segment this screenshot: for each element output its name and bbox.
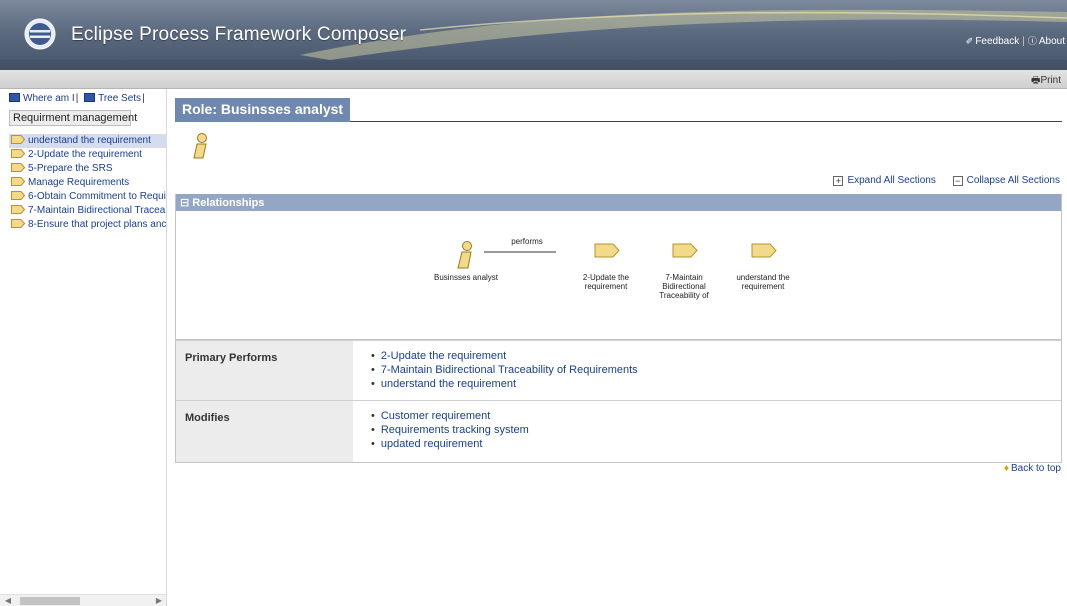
- tree-item-prepare-srs[interactable]: 5-Prepare the SRS: [9, 162, 166, 176]
- diagram-task-maintain-traceability[interactable]: [672, 243, 698, 258]
- tree-item-understand-requirement[interactable]: understand the requirement: [9, 134, 166, 148]
- role-header: Role: Businsses analyst: [175, 98, 1062, 122]
- task-icon: [11, 163, 25, 172]
- task-icon: [11, 205, 25, 214]
- tree-item-obtain-commitment[interactable]: 6-Obtain Commitment to Requi: [9, 190, 166, 204]
- lightbulb-icon: ♦: [1003, 463, 1009, 474]
- about-link[interactable]: About: [1039, 36, 1065, 47]
- tree-sets-icon: [84, 93, 96, 102]
- header-banner: Eclipse Process Framework Composer ✐ Feed…: [0, 0, 1067, 70]
- navigation-pane: Where am I| Tree Sets| Requirment manage…: [0, 89, 167, 606]
- about-icon: ⓘ: [1027, 36, 1037, 46]
- modifies-label: Modifies: [176, 401, 353, 462]
- content-area: Role: Businsses analyst + Expand All Sect…: [175, 89, 1062, 606]
- diagram-task-update-requirement[interactable]: [594, 243, 620, 258]
- diagram-task-label: 7-Maintain Bidirectional Traceability of: [659, 273, 709, 300]
- pane-tabs: Where am I| Tree Sets|: [9, 93, 148, 104]
- edge-label: performs: [511, 237, 543, 246]
- modifies-link[interactable]: updated requirement: [371, 437, 1043, 451]
- role-person-icon: [193, 133, 207, 159]
- task-icon: [11, 191, 25, 200]
- print-button[interactable]: 🖶Print: [1031, 73, 1061, 90]
- primary-performs-link[interactable]: 7-Maintain Bidirectional Traceability of…: [371, 363, 1043, 377]
- collapse-section-icon: ⊟: [180, 197, 190, 209]
- relationships-section: ⊟ Relationships performs Businsses analy…: [175, 194, 1062, 340]
- relationship-diagram: performs Businsses analyst 2-Update the …: [176, 211, 1061, 340]
- modifies-values: Customer requirement Requirements tracki…: [353, 401, 1061, 462]
- expand-icon: +: [833, 176, 844, 186]
- diagram-task-label: 2-Update the requirement: [582, 273, 630, 291]
- section-controls: + Expand All Sections − Collapse All Secti…: [819, 175, 1060, 186]
- back-to-top-link[interactable]: ♦ Back to top: [1004, 463, 1061, 474]
- feedback-link[interactable]: Feedback: [975, 36, 1019, 47]
- page-title: Role: Businsses analyst: [175, 98, 351, 122]
- tree-item-maintain-traceability[interactable]: 7-Maintain Bidirectional Tracea: [9, 204, 166, 218]
- scroll-left-icon[interactable]: ◀: [2, 595, 14, 606]
- relationships-table: Primary Performs 2-Update the requiremen…: [175, 340, 1062, 463]
- toolbar: 🖶Print: [0, 70, 1067, 89]
- tree-item-ensure-project-plans[interactable]: 8-Ensure that project plans anc: [9, 218, 166, 232]
- process-tree: understand the requirement 2-Update the …: [9, 134, 166, 232]
- diagram-task-understand-requirement[interactable]: [751, 243, 777, 258]
- collapse-all-sections-button[interactable]: − Collapse All Sections: [952, 175, 1060, 186]
- horizontal-scrollbar[interactable]: ◀ ▶: [0, 594, 166, 606]
- tree-item-manage-requirements[interactable]: Manage Requirements: [9, 176, 166, 190]
- eclipse-logo-icon: [24, 18, 56, 50]
- collapse-icon: −: [952, 176, 963, 186]
- task-icon: [11, 219, 25, 228]
- scrollbar-thumb[interactable]: [20, 597, 80, 605]
- feedback-icon: ✐: [965, 36, 974, 46]
- primary-performs-link[interactable]: 2-Update the requirement: [371, 349, 1043, 363]
- app-title: Eclipse Process Framework Composer: [71, 24, 407, 45]
- diagram-role-label: Businsses analyst: [433, 273, 499, 282]
- table-row: Primary Performs 2-Update the requiremen…: [176, 341, 1061, 401]
- task-icon: [11, 135, 25, 144]
- primary-performs-label: Primary Performs: [176, 341, 353, 400]
- primary-performs-link[interactable]: understand the requirement: [371, 377, 1043, 391]
- primary-performs-values: 2-Update the requirement 7-Maintain Bidi…: [353, 341, 1061, 400]
- task-icon: [11, 177, 25, 186]
- header-links: ✐ Feedback | ⓘ About: [965, 36, 1065, 47]
- table-row: Modifies Customer requirement Requiremen…: [176, 401, 1061, 462]
- modifies-link[interactable]: Customer requirement: [371, 409, 1043, 423]
- tab-tree-sets[interactable]: Tree Sets: [84, 93, 141, 104]
- modifies-link[interactable]: Requirements tracking system: [371, 423, 1043, 437]
- scroll-right-icon[interactable]: ▶: [153, 595, 165, 606]
- expand-all-sections-button[interactable]: + Expand All Sections: [833, 175, 936, 186]
- diagram-role-icon[interactable]: [457, 241, 472, 269]
- relationships-header[interactable]: ⊟ Relationships: [176, 194, 1061, 211]
- tab-where-am-i[interactable]: Where am I: [9, 93, 75, 104]
- tree-set-title: Requirment management: [9, 110, 137, 126]
- task-icon: [11, 149, 25, 158]
- where-am-i-icon: [9, 93, 20, 102]
- tree-item-update-requirement[interactable]: 2-Update the requirement: [9, 148, 166, 162]
- diagram-task-label: understand the requirement: [736, 273, 790, 291]
